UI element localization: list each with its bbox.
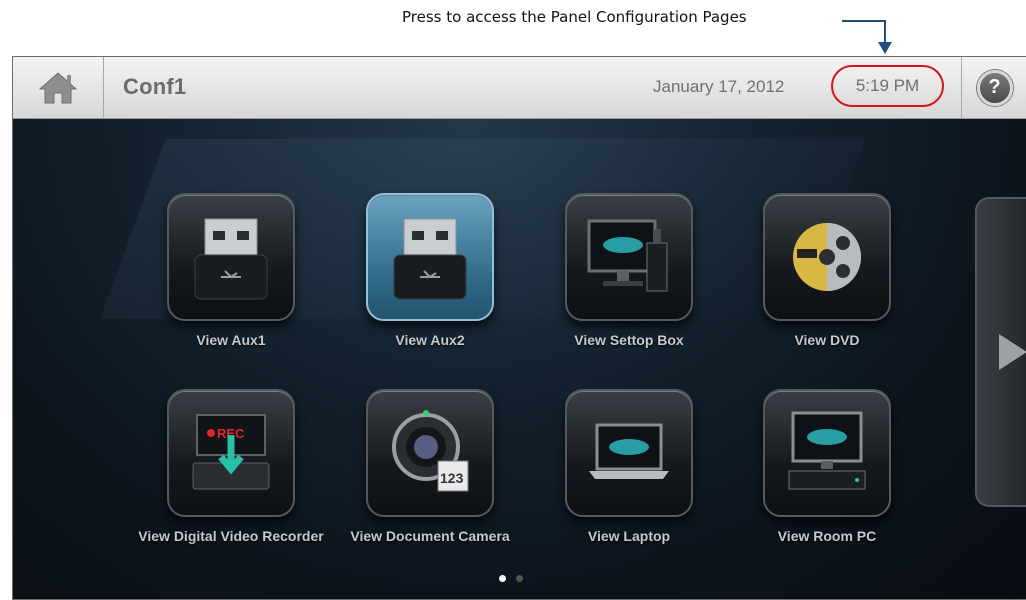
tile-label: View Aux2 bbox=[395, 332, 465, 348]
page-dot-2[interactable] bbox=[516, 575, 523, 582]
tile-label: View Document Camera bbox=[350, 528, 510, 544]
home-icon bbox=[38, 71, 78, 103]
help-area: ? bbox=[961, 57, 1026, 118]
tile-view-dvd[interactable]: View DVD bbox=[727, 193, 927, 349]
callout-arrow-icon bbox=[878, 42, 892, 54]
callout-text: Press to access the Panel Configuration … bbox=[402, 8, 747, 26]
arrow-right-icon bbox=[999, 334, 1026, 370]
settop-box-icon bbox=[587, 219, 668, 292]
next-page-button[interactable] bbox=[975, 197, 1026, 507]
document-camera-button[interactable]: 123 bbox=[366, 389, 494, 517]
page-indicator bbox=[499, 575, 523, 582]
usb-icon bbox=[194, 218, 268, 300]
content-area: View Aux1 View Aux2 View Settop Box View… bbox=[13, 119, 1026, 599]
tile-label: View Room PC bbox=[777, 528, 877, 544]
date-display: January 17, 2012 bbox=[653, 77, 785, 96]
callout-line-vertical bbox=[884, 20, 886, 44]
tile-label: View Settop Box bbox=[574, 332, 684, 348]
tile-view-room-pc[interactable]: View Room PC bbox=[727, 389, 927, 545]
page-dot-1[interactable] bbox=[499, 575, 506, 582]
dvd-button[interactable] bbox=[763, 193, 891, 321]
help-label: ? bbox=[988, 76, 1001, 98]
time-button[interactable]: 5:19 PM bbox=[831, 65, 944, 107]
tile-view-settop-box[interactable]: View Settop Box bbox=[529, 193, 729, 349]
usb-icon bbox=[393, 218, 467, 300]
tile-view-aux1[interactable]: View Aux1 bbox=[131, 193, 331, 349]
tile-view-document-camera[interactable]: 123 View Document Camera bbox=[330, 389, 530, 545]
room-pc-button[interactable] bbox=[763, 389, 891, 517]
laptop-button[interactable] bbox=[565, 389, 693, 517]
aux1-button[interactable] bbox=[167, 193, 295, 321]
room-name: Conf1 bbox=[123, 74, 187, 99]
tile-label: View Aux1 bbox=[196, 332, 266, 348]
tile-label: View Laptop bbox=[587, 528, 671, 544]
touch-panel: Conf1 January 17, 2012 5:19 PM ? View Au… bbox=[12, 56, 1026, 600]
help-icon[interactable]: ? bbox=[976, 69, 1013, 106]
document-camera-icon: 123 bbox=[392, 410, 469, 492]
dvr-button[interactable]: REC bbox=[167, 389, 295, 517]
doc-overlay: 123 bbox=[440, 470, 464, 486]
aux2-button[interactable] bbox=[366, 193, 494, 321]
home-button[interactable] bbox=[13, 57, 104, 118]
header-bar: Conf1 January 17, 2012 5:19 PM ? bbox=[13, 57, 1026, 119]
dvr-icon: REC bbox=[192, 414, 270, 490]
callout-line bbox=[842, 20, 886, 22]
tile-view-laptop[interactable]: View Laptop bbox=[529, 389, 729, 545]
tile-label: View Digital Video Recorder bbox=[138, 528, 324, 544]
laptop-icon bbox=[589, 423, 669, 479]
tile-label: View DVD bbox=[794, 332, 860, 348]
room-pc-icon bbox=[788, 411, 866, 490]
time-display: 5:19 PM bbox=[855, 76, 920, 95]
dvd-icon bbox=[793, 223, 861, 291]
page: Press to access the Panel Configuration … bbox=[0, 0, 1026, 600]
settop-box-button[interactable] bbox=[565, 193, 693, 321]
tile-view-dvr[interactable]: REC View Digital Video Recorder bbox=[131, 389, 331, 545]
tile-view-aux2[interactable]: View Aux2 bbox=[330, 193, 530, 349]
